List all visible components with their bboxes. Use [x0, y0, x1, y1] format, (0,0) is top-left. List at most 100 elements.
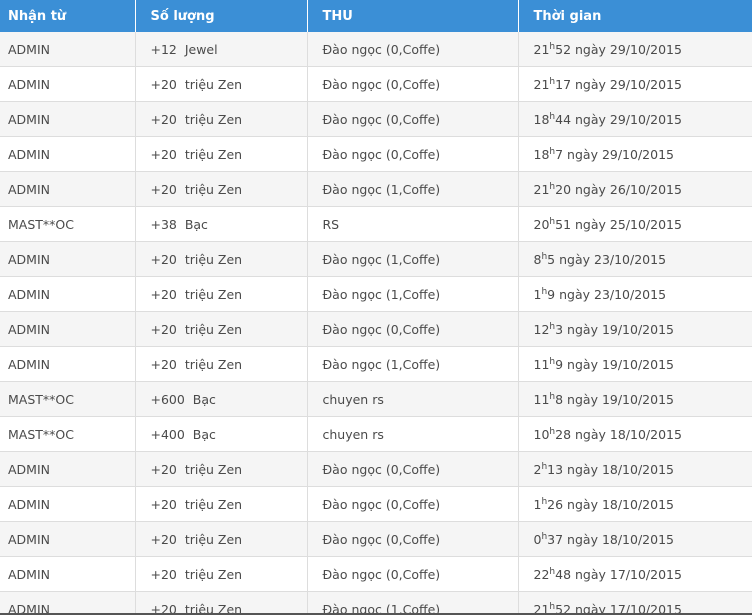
cell-time: 1h9 ngày 23/10/2015	[518, 276, 752, 312]
table-row: ADMIN +20 triệu Zen Đào ngọc (0,Coffe) 18h4…	[0, 101, 752, 137]
time-minute: 8	[555, 391, 564, 407]
cell-thu: Đào ngọc (1,Coffe)	[307, 171, 519, 207]
cell-time: 0h37 ngày 18/10/2015	[518, 521, 752, 557]
cell-thu: Đào ngọc (0,Coffe)	[307, 556, 519, 592]
cell-thu: Đào ngọc (0,Coffe)	[307, 311, 519, 347]
time-hour: 10	[533, 426, 550, 442]
cell-quantity: +20 triệu Zen	[135, 66, 308, 102]
cell-received-from: ADMIN	[0, 346, 136, 382]
cell-thu: Đào ngọc (0,Coffe)	[307, 101, 519, 137]
time-minute: 28	[555, 426, 572, 442]
time-minute: 37	[547, 531, 564, 547]
cell-time: 20h51 ngày 25/10/2015	[518, 206, 752, 242]
cell-quantity: +20 triệu Zen	[135, 521, 308, 557]
table-row: ADMIN +20 triệu Zen Đào ngọc (1,Coffe) 21h2…	[0, 171, 752, 207]
cell-quantity: +20 triệu Zen	[135, 556, 308, 592]
table-row: ADMIN +20 triệu Zen Đào ngọc (0,Coffe) 22h4…	[0, 556, 752, 592]
cell-quantity: +20 triệu Zen	[135, 101, 308, 137]
time-date: ngày 18/10/2015	[563, 496, 674, 512]
table-row: ADMIN +20 triệu Zen Đào ngọc (0,Coffe) 0h37…	[0, 521, 752, 557]
table-row: ADMIN +20 triệu Zen Đào ngọc (1,Coffe) 1h9 …	[0, 276, 752, 312]
time-minute: 52	[555, 41, 572, 57]
table-row: ADMIN +20 triệu Zen Đào ngọc (1,Coffe) 11h9…	[0, 346, 752, 382]
header-time: Thời gian	[518, 0, 752, 32]
cell-received-from: ADMIN	[0, 66, 136, 102]
cell-quantity: +20 triệu Zen	[135, 241, 308, 277]
time-hour: 20	[533, 216, 550, 232]
cell-quantity: +20 triệu Zen	[135, 591, 308, 615]
cell-quantity: +20 triệu Zen	[135, 171, 308, 207]
cell-quantity: +20 triệu Zen	[135, 136, 308, 172]
cell-time: 22h48 ngày 17/10/2015	[518, 556, 752, 592]
cell-time: 8h5 ngày 23/10/2015	[518, 241, 752, 277]
cell-received-from: ADMIN	[0, 136, 136, 172]
cell-thu: Đào ngọc (1,Coffe)	[307, 241, 519, 277]
table-row: ADMIN +20 triệu Zen Đào ngọc (0,Coffe) 1h26…	[0, 486, 752, 522]
time-date: ngày 18/10/2015	[563, 461, 674, 477]
time-hour: 22	[533, 566, 550, 582]
table-row: ADMIN +20 triệu Zen Đào ngọc (0,Coffe) 12h3…	[0, 311, 752, 347]
time-date: ngày 29/10/2015	[571, 76, 682, 92]
cell-received-from: ADMIN	[0, 241, 136, 277]
header-received-from: Nhận từ	[0, 0, 136, 32]
cell-thu: Đào ngọc (0,Coffe)	[307, 32, 519, 67]
cell-quantity: +20 triệu Zen	[135, 276, 308, 312]
cell-thu: Đào ngọc (0,Coffe)	[307, 521, 519, 557]
cell-time: 1h26 ngày 18/10/2015	[518, 486, 752, 522]
cell-quantity: +20 triệu Zen	[135, 486, 308, 522]
cell-received-from: MAST**OC	[0, 381, 136, 417]
time-hour: 18	[533, 146, 550, 162]
cell-time: 18h44 ngày 29/10/2015	[518, 101, 752, 137]
cell-thu: Đào ngọc (0,Coffe)	[307, 451, 519, 487]
time-minute: 9	[547, 286, 556, 302]
time-minute: 20	[555, 181, 572, 197]
cell-received-from: ADMIN	[0, 171, 136, 207]
cell-quantity: +20 triệu Zen	[135, 346, 308, 382]
table-row: ADMIN +20 triệu Zen Đào ngọc (0,Coffe) 21h1…	[0, 66, 752, 102]
received-items-table-container: Nhận từ Số lượng THU Thời gian ADMIN +12 …	[0, 0, 752, 615]
cell-quantity: +38 Bạc	[135, 206, 308, 242]
cell-time: 12h3 ngày 19/10/2015	[518, 311, 752, 347]
table-row: MAST**OC +400 Bạc chuyen rs 10h28 ngày 18/1…	[0, 416, 752, 452]
cell-received-from: MAST**OC	[0, 416, 136, 452]
time-date: ngày 17/10/2015	[571, 566, 682, 582]
time-date: ngày 23/10/2015	[555, 286, 667, 302]
time-date: ngày 19/10/2015	[563, 321, 674, 337]
header-thu: THU	[307, 0, 519, 32]
time-minute: 48	[555, 566, 572, 582]
time-hour: 18	[533, 111, 550, 127]
cell-received-from: ADMIN	[0, 591, 136, 615]
time-date: ngày 25/10/2015	[571, 216, 682, 232]
time-minute: 13	[547, 461, 564, 477]
cell-thu: RS	[307, 206, 519, 242]
cell-received-from: ADMIN	[0, 101, 136, 137]
cell-received-from: ADMIN	[0, 311, 136, 347]
cell-received-from: ADMIN	[0, 556, 136, 592]
time-date: ngày 26/10/2015	[571, 181, 682, 197]
cell-time: 11h8 ngày 19/10/2015	[518, 381, 752, 417]
cell-thu: Đào ngọc (0,Coffe)	[307, 486, 519, 522]
received-items-table: Nhận từ Số lượng THU Thời gian ADMIN +12 …	[0, 0, 752, 615]
time-minute: 3	[555, 321, 564, 337]
cell-time: 11h9 ngày 19/10/2015	[518, 346, 752, 382]
header-row: Nhận từ Số lượng THU Thời gian	[0, 0, 752, 32]
cell-thu: Đào ngọc (1,Coffe)	[307, 346, 519, 382]
cell-time: 2h13 ngày 18/10/2015	[518, 451, 752, 487]
cell-time: 21h52 ngày 17/10/2015	[518, 591, 752, 615]
cell-received-from: MAST**OC	[0, 206, 136, 242]
cell-received-from: ADMIN	[0, 451, 136, 487]
cell-time: 21h20 ngày 26/10/2015	[518, 171, 752, 207]
table-row: MAST**OC +38 Bạc RS 20h51 ngày 25/10/2015	[0, 206, 752, 242]
cell-thu: Đào ngọc (0,Coffe)	[307, 66, 519, 102]
time-date: ngày 19/10/2015	[563, 356, 674, 372]
time-date: ngày 19/10/2015	[563, 391, 674, 407]
cell-thu: Đào ngọc (1,Coffe)	[307, 591, 519, 615]
cell-thu: Đào ngọc (0,Coffe)	[307, 136, 519, 172]
cell-quantity: +600 Bạc	[135, 381, 308, 417]
table-row: ADMIN +20 triệu Zen Đào ngọc (1,Coffe) 8h5 …	[0, 241, 752, 277]
time-minute: 5	[547, 251, 556, 267]
table-row: MAST**OC +600 Bạc chuyen rs 11h8 ngày 19/10…	[0, 381, 752, 417]
time-date: ngày 29/10/2015	[571, 41, 682, 57]
cell-received-from: ADMIN	[0, 32, 136, 67]
table-row: ADMIN +20 triệu Zen Đào ngọc (0,Coffe) 2h13…	[0, 451, 752, 487]
